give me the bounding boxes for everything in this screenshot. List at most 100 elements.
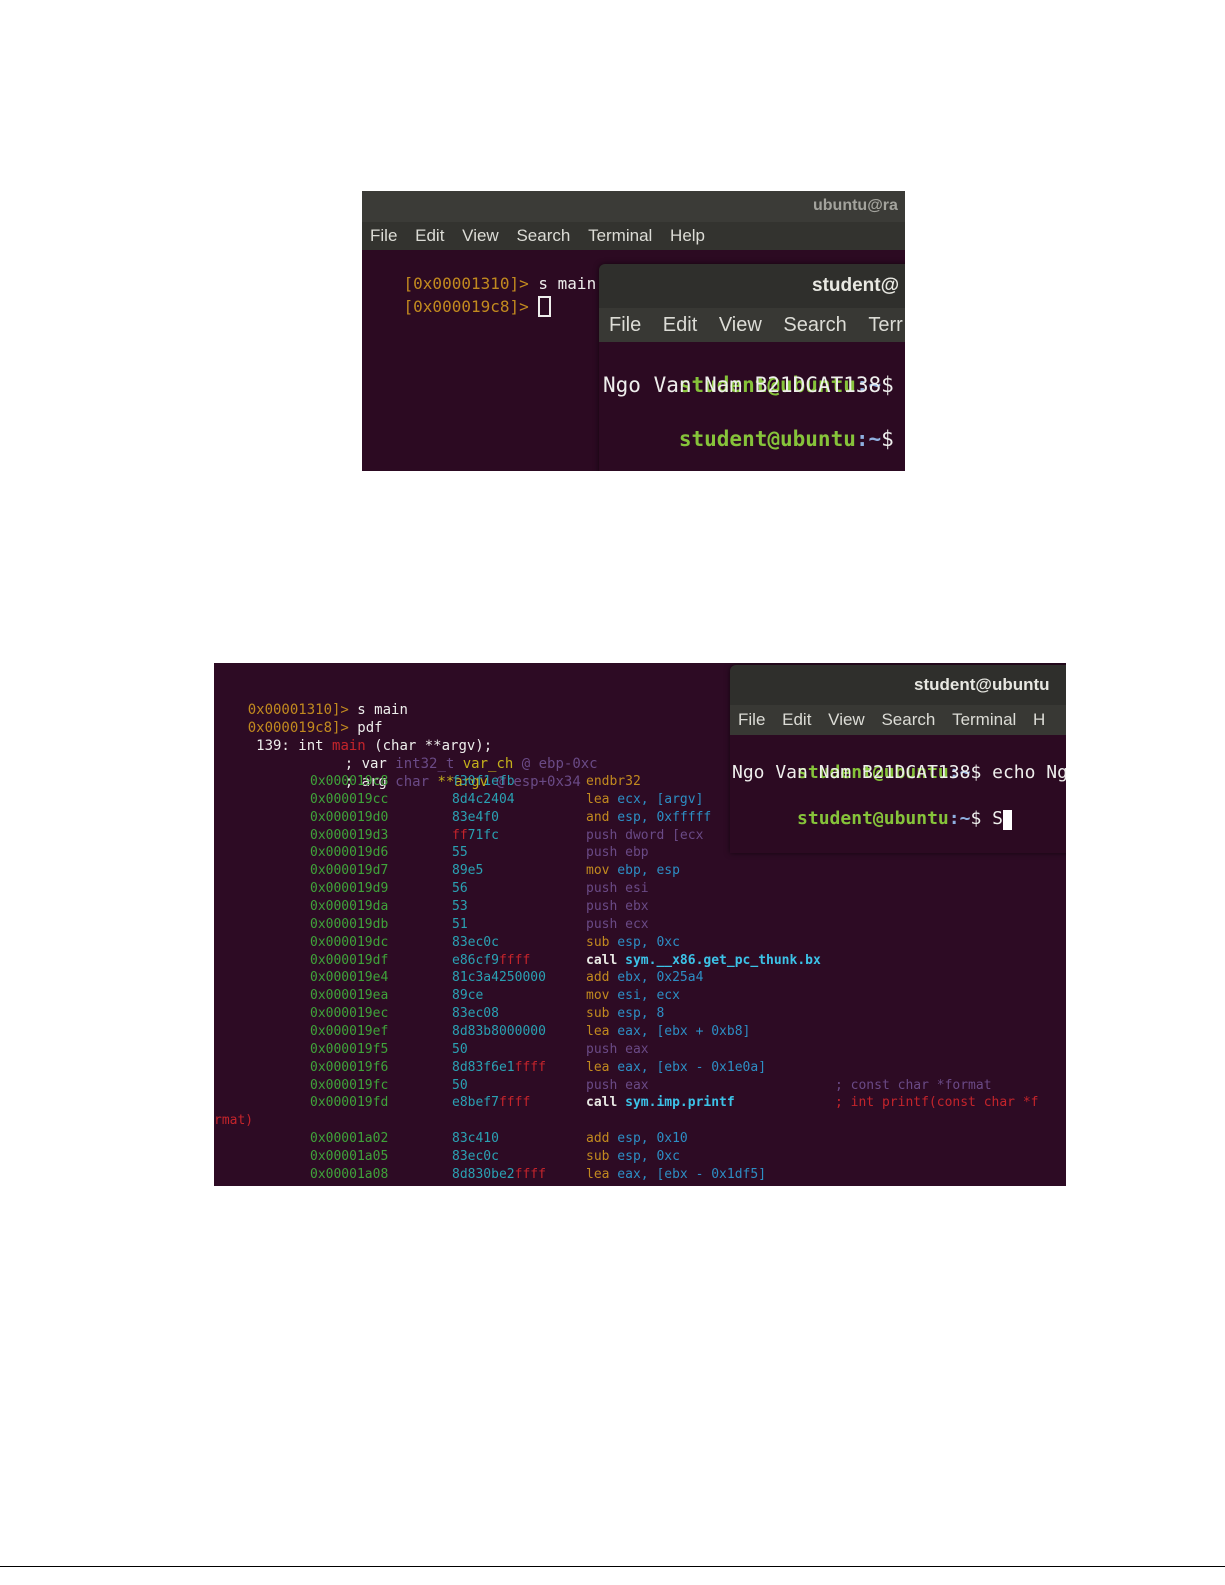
disasm-instruction: sub esp, 0xc [586,1148,680,1166]
shell-dollar: $ [970,762,993,783]
disasm-bytes: 56 [452,880,468,898]
cursor [1002,810,1012,830]
disasm-address: 0x000019fc [310,1077,389,1093]
shell-user: student@ubuntu [678,427,856,451]
asm-mnemonic: mov [586,988,610,1004]
disasm-instruction: sub esp, 8 [586,1005,664,1023]
disasm-bytes: 55 [452,844,468,862]
page-bottom-rule [0,1566,1225,1567]
asm-mnemonic: sub [586,1006,610,1022]
hex-bytes: 89ce [452,988,484,1004]
overlay-titlebar: student@ubuntu [730,665,1066,705]
disasm-instruction: mov ebp, esp [586,862,680,880]
shell-output: Ngo Van Nam B21DCAT138 [603,373,882,397]
menu-search[interactable]: Search [516,222,570,250]
overlay-menu-search[interactable]: Search [783,308,846,342]
shell-command: S [992,808,1003,829]
disasm-address: 0x000019df [310,952,389,968]
asm-operand: eax, [ebx + 0xb8] [609,1023,751,1039]
asm-mnemonic: and [586,809,610,825]
disasm-instruction: push eax [586,1041,649,1059]
shell-path: :~ [855,427,882,451]
disasm-bytes: e86cf9ffff [452,952,530,970]
disasm-bytes: 8d83f6e1ffff [452,1059,546,1077]
disasm-bytes: e8bef7ffff [452,1094,530,1112]
asm-operand: sym.__x86.get_pc_thunk.bx [617,952,821,968]
asm-mnemonic: push [586,827,618,843]
disasm-address: 0x000019e4 [310,970,389,986]
disasm-instruction: mov esi, ecx [586,987,680,1005]
asm-mnemonic: lea [586,1166,610,1182]
disasm-instruction: lea eax, [ebx - 0x1e0a] [586,1059,766,1077]
disasm-comment: ; int printf(const char *f [835,1095,1039,1111]
menu-terminal[interactable]: Terminal [588,222,652,250]
asm-operand: esp, 0x10 [609,1131,688,1146]
disasm-bytes: f30f1efb [452,773,515,791]
overlay-menu-view[interactable]: View [719,308,762,342]
disasm-instruction: lea eax, [ebx - 0x1df5] [586,1166,766,1184]
disasm-instruction: push eax [586,1077,649,1095]
menu-view[interactable]: View [462,222,499,250]
asm-mnemonic: endbr32 [586,774,641,789]
disasm-instruction: push ebp [586,844,649,862]
overlay-menu-file[interactable]: File [609,308,641,342]
asm-operand: esi, ecx [609,988,680,1004]
disasm-bytes: 8d83b8000000 [452,1023,546,1041]
asm-mnemonic: sub [586,934,610,950]
disasm-address: 0x000019f6 [310,1059,389,1075]
disasm-instruction: lea ecx, [argv] [586,791,703,809]
hex-bytes: 50 [452,1077,468,1093]
disasm-instruction: and esp, 0xfffff [586,809,711,827]
hex-bytes: 81c3a4250000 [452,970,546,986]
asm-mnemonic: call [586,1095,618,1111]
overlay-menu-view[interactable]: View [828,705,865,735]
disasm-instruction: call sym.imp.printf [586,1094,735,1112]
disasm-address: 0x000019cc [310,791,389,807]
hex-bytes: 83ec0c [452,1148,499,1164]
hex-bytes-ff: ffff [514,1166,546,1182]
disasm-comment: ; const char *format [835,1077,992,1093]
menu-edit[interactable]: Edit [415,222,444,250]
disasm-address: 0x000019d3 [310,827,389,843]
disasm-bytes: 8d4c2404 [452,791,515,809]
shell-command: echo Ngo Va [992,762,1066,783]
overlay-menu-edit[interactable]: Edit [663,308,697,342]
overlay-menu-help[interactable]: H [1033,705,1045,735]
disasm-instruction: push ecx [586,916,649,934]
asm-mnemonic: call [586,952,618,968]
menu-file[interactable]: File [370,222,397,250]
disasm-address: 0x00001a05 [310,1148,389,1164]
hex-bytes: 8d4c2404 [452,791,515,807]
overlay-menu-file[interactable]: File [738,705,765,735]
asm-operand: ecx [617,916,649,932]
cursor [538,296,552,317]
shell-user: student@ubuntu [797,808,949,829]
disasm-address: 0x000019fd [310,1095,389,1111]
disasm-bytes: 50 [452,1041,468,1059]
hex-bytes-ff: ffff [498,1095,531,1111]
overlay-menu-search[interactable]: Search [881,705,935,735]
overlay-menu-terminal[interactable]: Terr [868,308,902,342]
disasm-instruction: push ebx [586,898,649,916]
disasm-bytes: 51 [452,916,468,934]
hex-bytes: 55 [452,845,468,861]
overlay-menu-edit[interactable]: Edit [782,705,811,735]
disasm-address: 0x000019c8 [310,774,389,789]
overlay-title: student@ [812,275,900,296]
asm-operand: ebx, 0x25a4 [609,970,704,986]
asm-mnemonic: push [586,845,618,861]
hex-bytes: e86cf9 [452,952,499,968]
disasm-instruction: push dword [ecx [586,827,703,845]
asm-operand: eax [617,1077,649,1093]
asm-mnemonic: mov [586,863,610,879]
menu-help[interactable]: Help [670,222,705,250]
r2-prompt: [0x000019c8]> [403,297,529,316]
disasm-bytes: 83ec08 [452,1005,499,1023]
asm-mnemonic: push [586,881,618,897]
disasm-instruction: push esi [586,880,649,898]
disasm-address: 0x000019da [310,899,389,914]
asm-mnemonic: lea [586,1059,610,1075]
overlay-menu-terminal[interactable]: Terminal [952,705,1016,735]
disasm-instruction: add esp, 0x10 [586,1130,688,1148]
overlay-terminal-window: student@ubuntu File Edit View Search Ter… [730,665,1066,853]
